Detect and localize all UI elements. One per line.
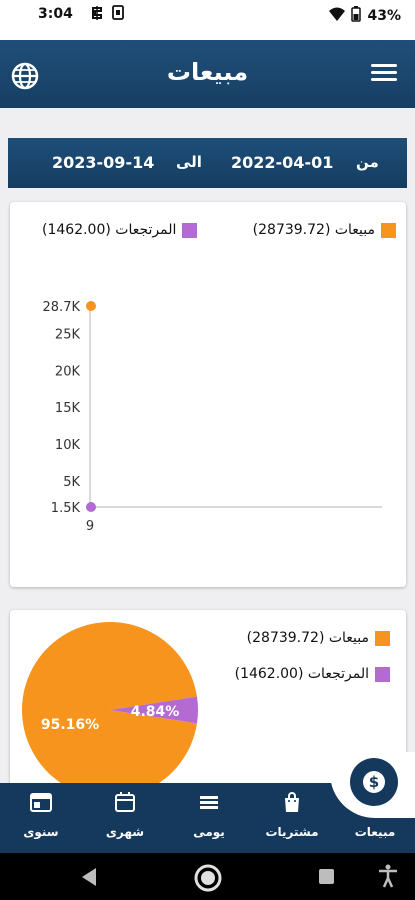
y-tick-label: 28.7K	[43, 300, 81, 315]
y-tick-label: 5K	[63, 475, 80, 490]
recents-icon[interactable]	[318, 868, 335, 885]
status-notification-icons	[90, 5, 124, 25]
nav-monthly-label: شهرى	[105, 825, 145, 839]
battery-icon	[351, 6, 362, 26]
line-chart-card: مبيعات (28739.72) المرتجعات (1462.00) 28…	[10, 202, 406, 587]
pie-legend-sales-label: مبيعات (28739.72)	[246, 630, 369, 646]
svg-text:$: $	[369, 773, 379, 791]
home-icon[interactable]	[193, 863, 223, 893]
from-date[interactable]: 2022-04-01	[231, 153, 333, 172]
line-data-point[interactable]	[86, 301, 96, 311]
from-label: من	[356, 153, 379, 171]
pie-legend-sales[interactable]: مبيعات (28739.72)	[247, 630, 390, 646]
to-date[interactable]: 2023-09-14	[52, 153, 154, 172]
pie-label-sales: 95.16%	[41, 717, 99, 733]
nav-yearly[interactable]: سنوى	[6, 783, 76, 853]
y-tick-label: 1.5K	[51, 501, 81, 516]
hamburger-icon	[371, 64, 401, 81]
status-time: 3:04	[38, 6, 73, 22]
date-range-bar[interactable]: 2023-09-14 الى 2022-04-01 من	[8, 138, 407, 188]
accessibility-icon[interactable]	[378, 864, 398, 888]
nav-daily-label: يومى	[193, 825, 225, 839]
page-title: مبيعات	[166, 58, 249, 86]
x-tick-label: 9	[86, 519, 94, 534]
nav-purchases[interactable]: مشتريات	[257, 783, 327, 853]
app-bar: مبيعات	[0, 40, 415, 108]
y-tick-label: 25K	[55, 328, 81, 343]
list-icon	[200, 796, 218, 809]
wifi-icon	[329, 7, 346, 25]
status-bar: 3:04 43%	[0, 0, 415, 30]
battery-level: 43%	[367, 8, 401, 24]
nav-sales-label: مبيعات	[354, 825, 396, 839]
nav-yearly-label: سنوى	[23, 825, 59, 839]
pie-legend-returns-swatch	[375, 666, 390, 682]
shopping-bag-icon	[285, 792, 299, 812]
pie-legend-returns[interactable]: المرتجعات (1462.00)	[235, 666, 390, 682]
system-navigation-bar	[0, 853, 415, 900]
status-right: 43%	[329, 6, 401, 26]
back-icon[interactable]	[80, 867, 98, 887]
y-tick-label: 15K	[55, 401, 81, 416]
nav-monthly[interactable]: شهرى	[90, 783, 160, 853]
sales-fab-button[interactable]: $	[350, 758, 398, 806]
pie-legend-sales-swatch	[375, 630, 390, 646]
calendar-icon	[115, 792, 135, 812]
y-tick-label: 20K	[55, 364, 81, 379]
hamburger-menu-button[interactable]	[371, 60, 401, 88]
nav-daily[interactable]: يومى	[174, 783, 244, 853]
sim-icon	[112, 5, 124, 25]
dollar-icon: $	[363, 771, 385, 793]
y-tick-label: 10K	[55, 438, 81, 453]
line-chart: 28.7K 25K 20K 15K 10K 5K 1.5K 9	[43, 300, 382, 534]
sync-icon	[90, 5, 104, 25]
line-data-point[interactable]	[86, 502, 96, 512]
nav-purchases-label: مشتريات	[265, 825, 319, 839]
pie-legend-returns-label: المرتجعات (1462.00)	[234, 666, 369, 682]
pie-label-returns: 4.84%	[131, 704, 180, 720]
to-label: الى	[176, 153, 202, 171]
calendar-year-icon	[30, 793, 52, 812]
